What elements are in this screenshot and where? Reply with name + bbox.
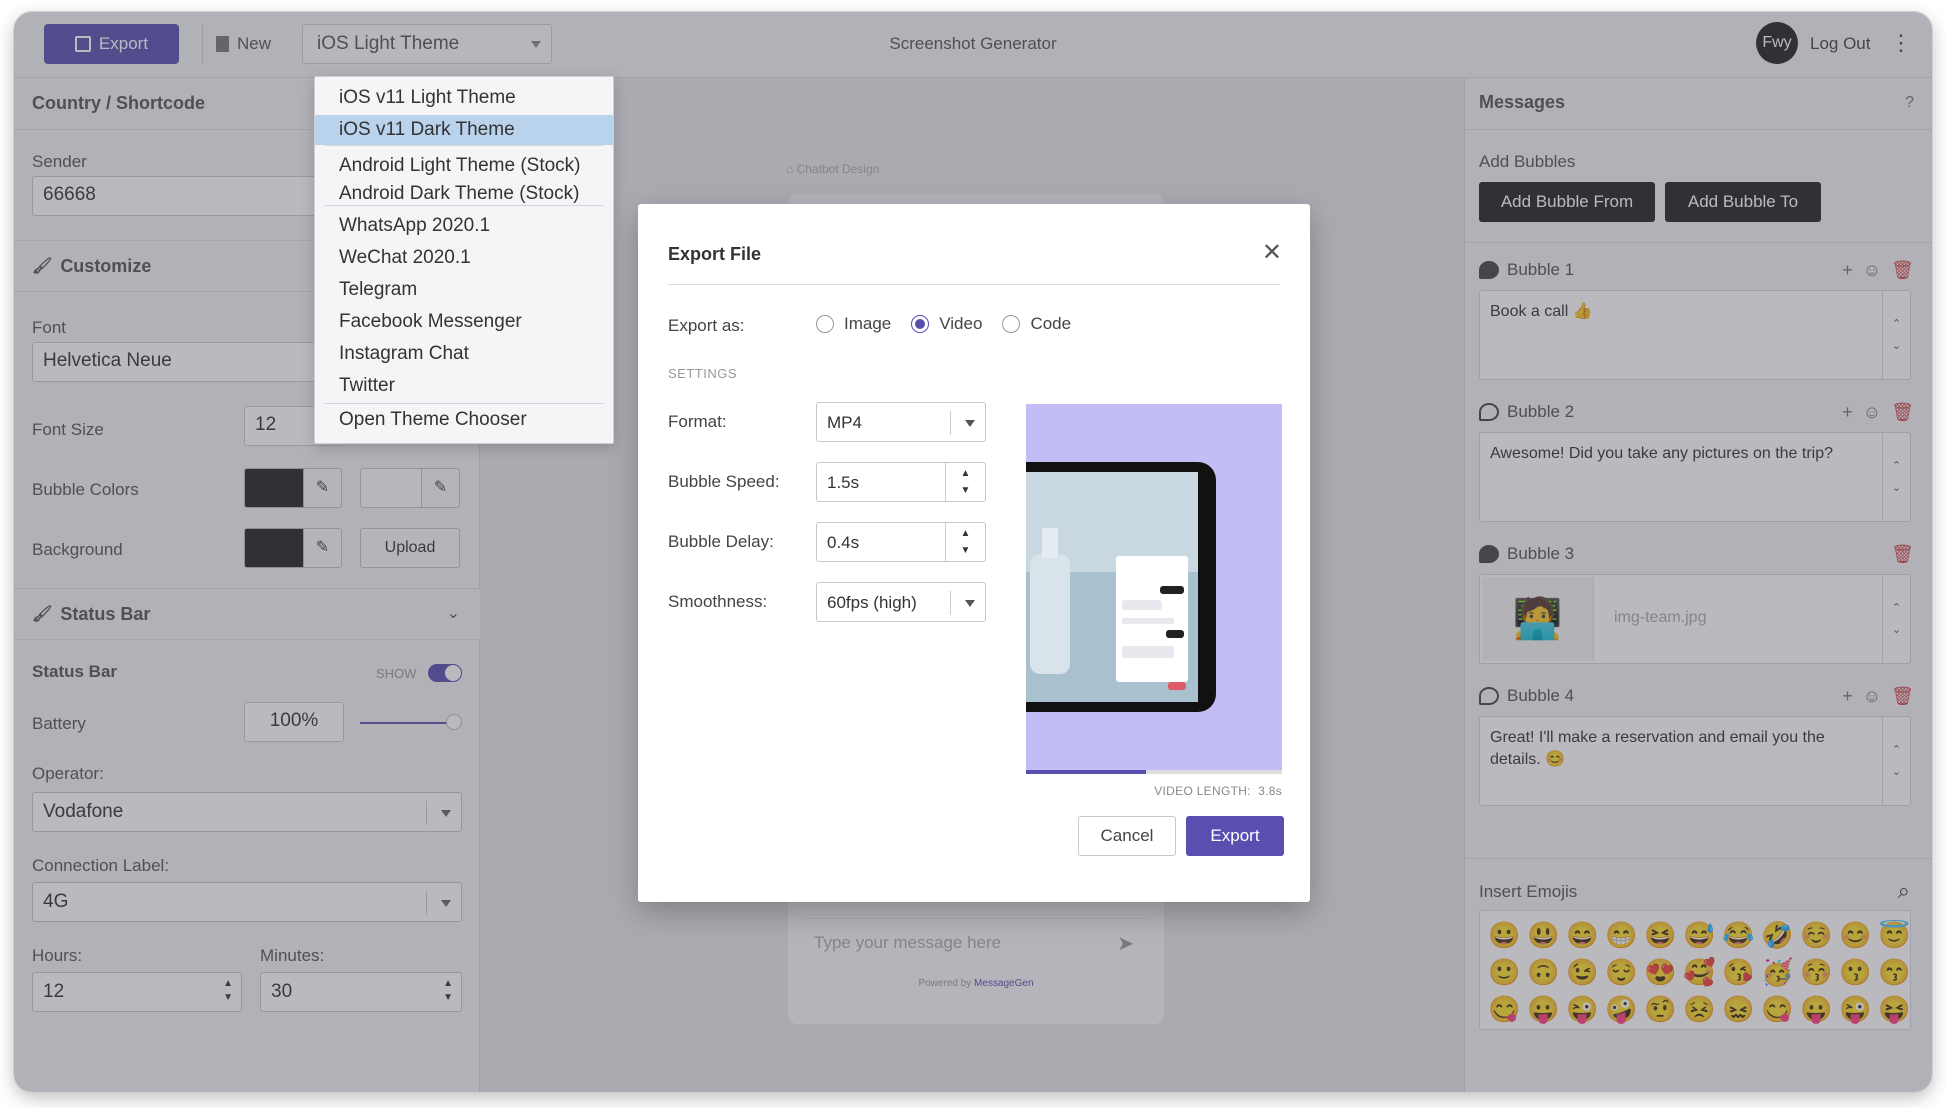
format-select[interactable]: MP4 [816, 402, 986, 442]
theme-menu-item[interactable]: Telegram [315, 275, 613, 305]
bubble-delay-value: 0.4s [827, 533, 860, 552]
caret-down-icon [965, 600, 975, 607]
radio-video-label: Video [939, 314, 983, 333]
bubble-speed-label: Bubble Speed: [668, 472, 780, 491]
theme-menu-item[interactable]: iOS v11 Dark Theme [315, 115, 613, 145]
smoothness-value: 60fps (high) [827, 593, 917, 612]
radio-circle-selected[interactable] [911, 315, 930, 333]
bubble-speed-value: 1.5s [827, 473, 860, 492]
video-length-label: VIDEO LENGTH: [1154, 784, 1251, 798]
theme-menu-item[interactable]: Instagram Chat [315, 339, 613, 369]
theme-menu-item[interactable]: WeChat 2020.1 [315, 243, 613, 273]
video-progress-fill [1026, 770, 1147, 774]
app-window: Export New iOS Light Theme Screenshot Ge… [14, 12, 1932, 1092]
video-length: VIDEO LENGTH: 3.8s [1154, 784, 1282, 798]
theme-menu-item[interactable]: Open Theme Chooser [315, 405, 613, 435]
dialog-title: Export File [668, 244, 762, 264]
video-preview[interactable] [1026, 404, 1282, 774]
bubble-speed-stepper[interactable]: 1.5s ▲ ▼ [816, 462, 986, 502]
radio-image[interactable]: Image [816, 314, 891, 334]
dialog-divider [668, 284, 1280, 285]
export-file-dialog: Export File ✕ Export as: Image Video Cod… [638, 204, 1310, 902]
video-length-value: 3.8s [1258, 784, 1282, 798]
settings-heading: SETTINGS [668, 366, 738, 381]
video-progress-bar[interactable] [1026, 770, 1282, 774]
export-type-radio-group: Image Video Code [816, 314, 1073, 334]
radio-image-label: Image [844, 314, 892, 333]
theme-menu-item[interactable]: WhatsApp 2020.1 [315, 211, 613, 241]
cancel-button[interactable]: Cancel [1078, 816, 1176, 856]
radio-code[interactable]: Code [1002, 314, 1071, 334]
export-confirm-button[interactable]: Export [1186, 816, 1284, 856]
smoothness-label: Smoothness: [668, 592, 768, 611]
theme-menu-item[interactable]: iOS v11 Light Theme [315, 83, 613, 113]
radio-video[interactable]: Video [911, 314, 982, 334]
stepper-arrows-icon[interactable]: ▲ ▼ [945, 523, 985, 561]
bubble-delay-label: Bubble Delay: [668, 532, 774, 551]
menu-divider [325, 145, 603, 146]
theme-menu-item[interactable]: Android Light Theme (Stock) [315, 151, 613, 181]
select-divider [950, 411, 951, 435]
smoothness-select[interactable]: 60fps (high) [816, 582, 986, 622]
theme-menu-item[interactable]: Facebook Messenger [315, 307, 613, 337]
select-divider [950, 591, 951, 615]
theme-dropdown-menu: iOS v11 Light Theme iOS v11 Dark Theme And… [314, 76, 614, 444]
bubble-delay-stepper[interactable]: 0.4s ▲ ▼ [816, 522, 986, 562]
stepper-arrows-icon[interactable]: ▲ ▼ [945, 463, 985, 501]
format-value: MP4 [827, 413, 862, 432]
radio-code-label: Code [1030, 314, 1072, 333]
export-as-label: Export as: [668, 316, 745, 335]
menu-divider [325, 403, 603, 404]
close-icon[interactable]: ✕ [1262, 238, 1282, 267]
format-label: Format: [668, 412, 727, 431]
radio-circle[interactable] [1002, 315, 1021, 333]
theme-menu-item[interactable]: Twitter [315, 371, 613, 401]
radio-circle[interactable] [816, 315, 834, 333]
caret-down-icon [965, 420, 975, 427]
tablet-mockup-image [1026, 462, 1216, 712]
theme-menu-item[interactable]: Android Dark Theme (Stock) [315, 179, 613, 209]
